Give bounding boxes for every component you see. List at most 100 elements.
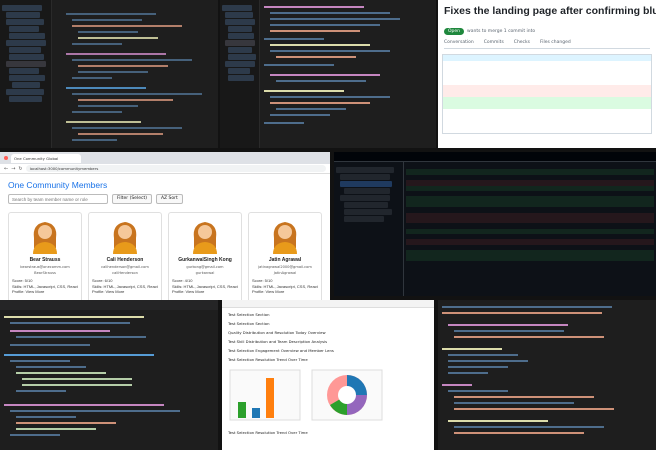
member-name: GurkanwalSingh Kong (178, 257, 232, 263)
member-slack: gurkanwal (195, 271, 215, 275)
tree-item-selected[interactable] (6, 61, 46, 67)
avatar (188, 218, 222, 254)
member-name: Cali Henderson (106, 257, 144, 263)
tree-item[interactable] (228, 54, 256, 60)
avatar (108, 218, 142, 254)
member-profile-link[interactable]: Profile: View More (92, 289, 158, 295)
browser-tab[interactable]: One Community Global (11, 153, 81, 163)
search-input[interactable] (8, 194, 108, 204)
tree-item[interactable] (228, 68, 250, 74)
tree-item[interactable] (228, 47, 252, 53)
doc-line: Quality Distribution and Resolution Toda… (228, 330, 326, 335)
tree-item[interactable] (9, 75, 45, 81)
tree-item[interactable] (340, 174, 390, 180)
vscode-window-top-middle (220, 0, 436, 148)
doc-line: Test Skill Distribution and Team Descrip… (228, 339, 328, 344)
filter-button[interactable]: Filter (Select) (112, 194, 152, 204)
tree-item[interactable] (9, 47, 41, 53)
member-email: gurkong@gmail.com (186, 265, 224, 269)
tree-item[interactable] (222, 5, 252, 11)
explorer-sidebar[interactable] (0, 0, 52, 148)
member-card[interactable]: Bear Strauss bearstraus@onecomm.com Bear… (8, 212, 82, 300)
tree-item[interactable] (340, 195, 390, 201)
member-profile-link[interactable]: Profile: View More (172, 289, 238, 295)
tab-commits[interactable]: Commits (484, 40, 504, 45)
forward-arrow-icon[interactable]: → (11, 166, 15, 172)
doc-line: Test Selection Engagement Overview and M… (228, 348, 334, 353)
tree-item[interactable] (9, 54, 44, 60)
diff-view[interactable] (406, 164, 654, 272)
member-card[interactable]: GurkanwalSingh Kong gurkong@gmail.com gu… (168, 212, 242, 300)
diff-view[interactable] (442, 54, 652, 134)
tree-item-selected[interactable] (340, 181, 392, 187)
member-email: bearstraus@onecomm.com (20, 265, 70, 269)
file-tree[interactable] (334, 162, 404, 296)
member-email: calihenderson@gmail.com (101, 265, 149, 269)
tree-item[interactable] (6, 40, 46, 46)
address-bar: ← → ↻ localhost:3000/communitymembers (0, 164, 330, 174)
member-profile-link[interactable]: Profile: View More (252, 289, 318, 295)
tree-item[interactable] (228, 33, 254, 39)
close-window-icon[interactable] (4, 156, 8, 160)
tree-item[interactable] (6, 12, 40, 18)
tree-item[interactable] (344, 188, 390, 194)
tree-item[interactable] (228, 26, 252, 32)
diff-line (443, 127, 651, 133)
pr-header: Fixes the landing page after confirming … (438, 0, 656, 54)
report-document-window: Test Selection Section Test Selection Se… (222, 300, 434, 450)
code-editor[interactable] (264, 4, 434, 144)
back-arrow-icon[interactable]: ← (4, 166, 8, 172)
github-diff-window-dark (334, 152, 656, 296)
member-slack: caliHenderson (112, 271, 138, 275)
code-lines-graphic (264, 6, 400, 124)
sort-button[interactable]: AZ Sort (155, 194, 183, 204)
tree-item[interactable] (228, 75, 254, 81)
tree-item[interactable] (6, 89, 44, 95)
bar-mark (266, 378, 274, 418)
member-name: Jatin Agrawal (268, 257, 302, 263)
tree-item[interactable] (344, 216, 384, 222)
vscode-window-top-left (0, 0, 218, 148)
member-profile-link[interactable]: Profile: View More (12, 289, 78, 295)
tree-item[interactable] (225, 19, 255, 25)
bar-mark (238, 402, 246, 418)
url-input[interactable]: localhost:3000/communitymembers (25, 165, 326, 172)
tree-item[interactable] (225, 61, 255, 67)
tab-conversation[interactable]: Conversation (444, 40, 474, 45)
code-editor[interactable] (56, 6, 216, 146)
code-lines-graphic (65, 13, 202, 142)
tab-files-changed[interactable]: Files changed (540, 40, 571, 45)
browser-window: One Community Global ← → ↻ localhost:300… (0, 152, 330, 300)
tree-item[interactable] (344, 202, 388, 208)
tree-item[interactable] (2, 5, 42, 11)
tree-item[interactable] (9, 26, 39, 32)
tree-item[interactable] (9, 68, 39, 74)
doc-line: Test Selection Section (228, 321, 270, 326)
bar-mark (252, 408, 260, 418)
tab-checks[interactable]: Checks (514, 40, 530, 45)
gh-toolbar (334, 152, 656, 162)
member-card[interactable]: Jatin Agrawal jatinagrawal2000@gmail.com… (248, 212, 322, 300)
vscode-window-bottom-left (0, 300, 218, 450)
tree-item-selected[interactable] (225, 40, 255, 46)
vscode-window-bottom-right (438, 300, 656, 450)
tree-item[interactable] (6, 19, 44, 25)
tree-item[interactable] (12, 82, 40, 88)
code-editor[interactable] (4, 314, 214, 448)
avatar (28, 218, 62, 254)
member-name: Bear Strauss (29, 257, 61, 263)
tree-item[interactable] (225, 12, 253, 18)
page-title: One Community Members (8, 180, 108, 190)
member-slack: BearStrauss (34, 271, 56, 275)
explorer-sidebar[interactable] (220, 0, 260, 148)
code-lines-graphic (442, 306, 614, 434)
reload-icon[interactable]: ↻ (18, 166, 22, 172)
browser-tab-bar: One Community Global (0, 152, 330, 164)
member-card[interactable]: Cali Henderson calihenderson@gmail.com c… (88, 212, 162, 300)
tree-item[interactable] (336, 167, 394, 173)
code-editor[interactable] (442, 304, 652, 448)
editor-tab-bar[interactable] (0, 300, 218, 310)
tree-item[interactable] (344, 209, 392, 215)
tree-item[interactable] (9, 33, 45, 39)
tree-item[interactable] (9, 96, 42, 102)
